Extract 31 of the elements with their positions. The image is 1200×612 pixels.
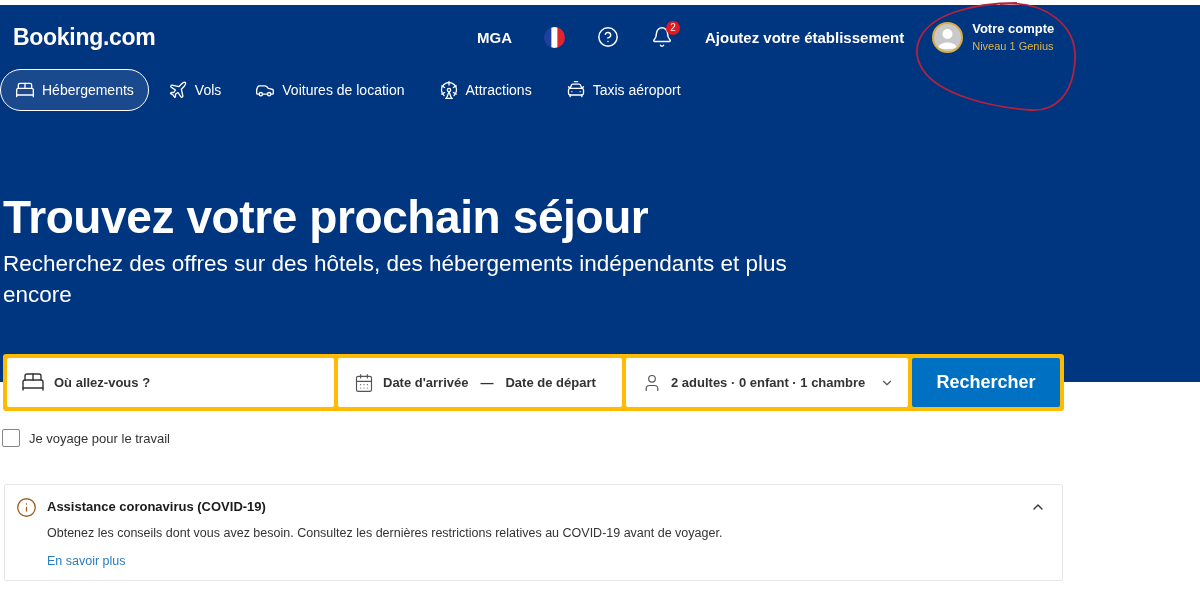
avatar-icon[interactable] — [932, 21, 964, 53]
date-field[interactable]: Date d'arrivée — Date de départ — [338, 358, 622, 407]
nav-tab[interactable]: Taxis aéroport — [550, 68, 696, 111]
checkbox[interactable] — [2, 429, 20, 447]
info-icon — [16, 497, 37, 518]
account-name[interactable]: Votre compte — [972, 20, 1055, 36]
nav-tab[interactable]: Attractions — [423, 68, 547, 111]
nav-tab[interactable]: Hébergements — [0, 68, 149, 111]
notification-badge: 2 — [666, 21, 680, 35]
nav-tab[interactable]: Vols — [152, 68, 237, 111]
currency-button[interactable]: MGA — [477, 28, 512, 46]
learn-more-link[interactable]: En savoir plus — [47, 551, 126, 571]
flag-icon[interactable] — [544, 26, 565, 48]
guests-field[interactable]: 2 adultes · 0 enfant · 1 chambre — [626, 358, 908, 407]
hero-title: Trouvez votre prochain séjour — [3, 191, 650, 243]
notice-text: Obtenez les conseils dont vous avez besoin. Consultez les dernières restrictions relatives au COVID-19 avant de voyager. — [47, 525, 723, 542]
genius-level: Niveau 1 Genius — [972, 39, 1055, 52]
bed-icon — [21, 370, 45, 394]
destination-field[interactable]: Où allez-vous ? — [7, 358, 334, 407]
nav-tab[interactable]: Voitures de location — [240, 68, 420, 111]
list-property-link[interactable]: Ajoutez votre établissement — [705, 28, 905, 46]
calendar-icon — [354, 372, 374, 393]
plane-icon — [167, 79, 188, 100]
checkbox-label: Je voyage pour le travail — [29, 430, 170, 446]
ferris-wheel-icon — [438, 79, 459, 100]
notice-title: Assistance coronavirus (COVID-19) — [47, 498, 266, 516]
search-button[interactable]: Rechercher — [912, 358, 1060, 407]
taxi-icon — [565, 79, 586, 100]
help-icon[interactable] — [597, 26, 619, 48]
logo[interactable]: Booking.com — [13, 23, 156, 51]
hero-subtitle: Recherchez des offres sur des hôtels, des hébergements indépendants et plus encore — [3, 250, 788, 309]
